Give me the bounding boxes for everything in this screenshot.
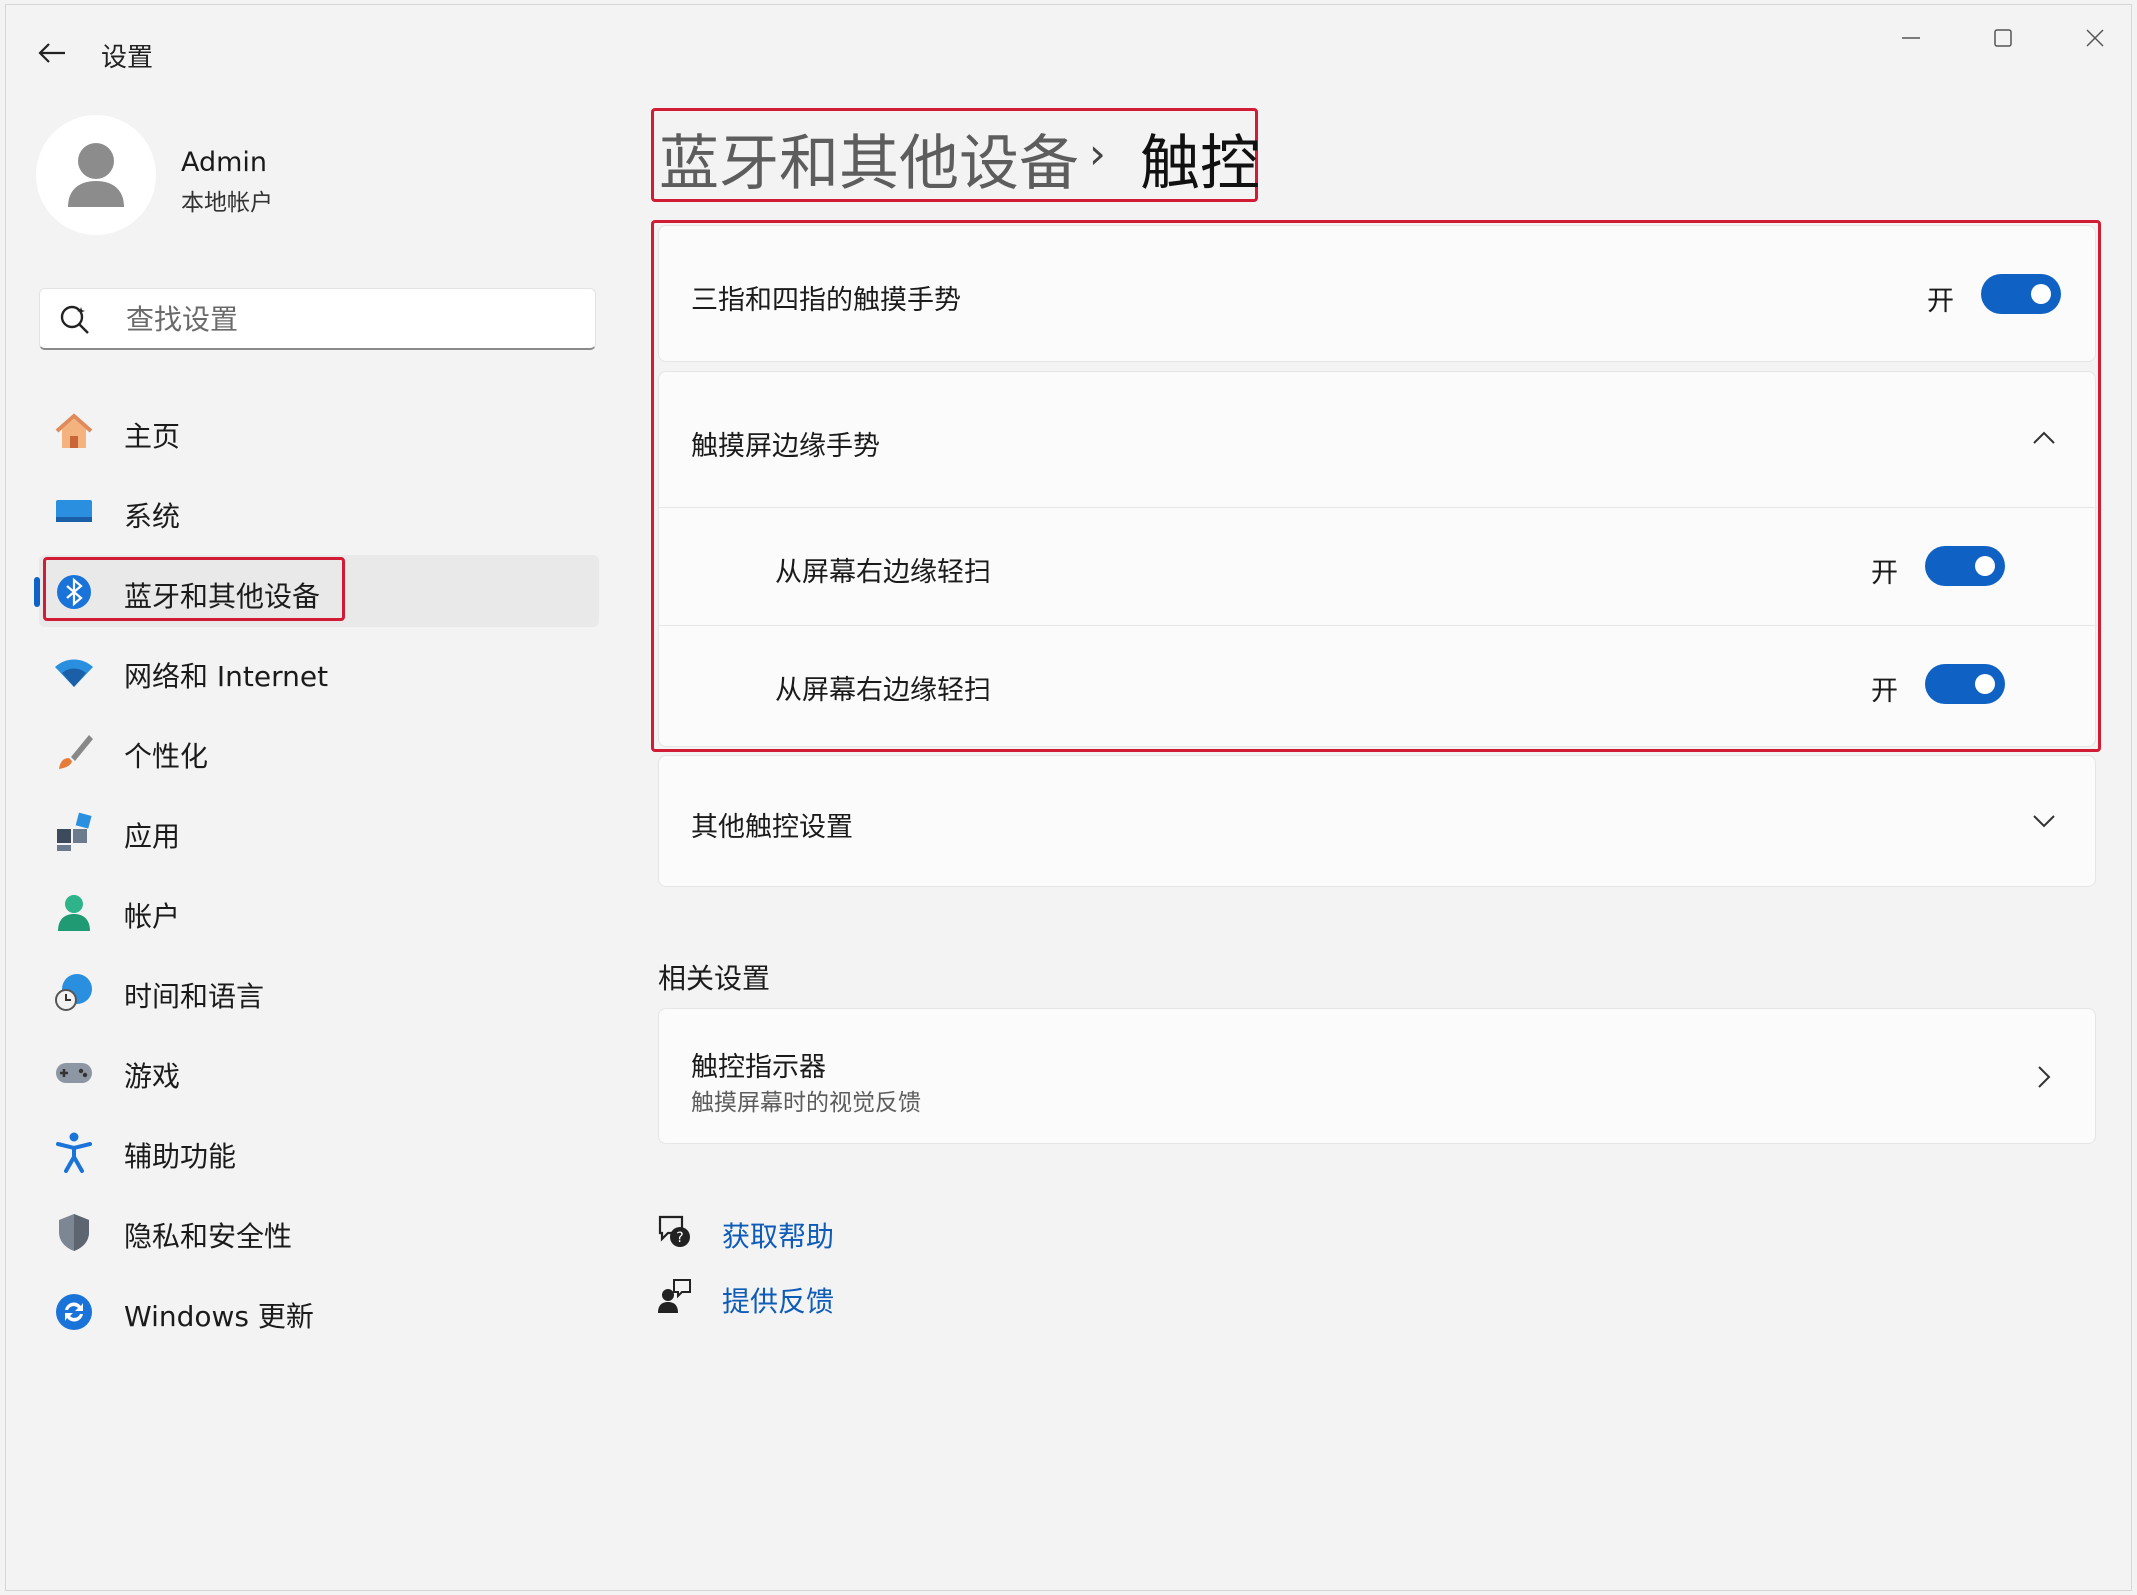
- sidebar-item-label: 辅助功能: [124, 1140, 237, 1173]
- sidebar-item-label: 主页: [124, 420, 181, 453]
- title-bar: 设置: [6, 5, 2131, 95]
- sidebar-item-privacy[interactable]: 隐私和安全性: [39, 1195, 599, 1267]
- sidebar-item-label: Windows 更新: [124, 1300, 314, 1333]
- sidebar-item-personalization[interactable]: 个性化: [39, 715, 599, 787]
- setting-edge-gestures: 触摸屏边缘手势 从屏幕右边缘轻扫 开 从屏幕右边缘轻扫 开: [658, 371, 2097, 747]
- divider: [659, 625, 2097, 626]
- toggle-knob: [1975, 556, 1995, 576]
- apps-icon: [53, 811, 95, 853]
- toggle-state-label: 开: [1871, 558, 1898, 589]
- edge-swipe-toggle-2[interactable]: [1925, 664, 2005, 704]
- setting-label: 触控指示器: [691, 1052, 826, 1083]
- home-icon: [53, 411, 95, 453]
- sidebar-item-system[interactable]: 系统: [39, 475, 599, 547]
- globe-clock-icon: [53, 971, 95, 1013]
- minimize-icon: [1902, 37, 1920, 39]
- bluetooth-icon: [53, 571, 95, 613]
- breadcrumb-separator: ›: [1089, 129, 1106, 178]
- setting-label: 触摸屏边缘手势: [691, 431, 880, 462]
- setting-label: 从屏幕右边缘轻扫: [775, 557, 991, 588]
- sidebar-item-windows-update[interactable]: Windows 更新: [39, 1275, 599, 1347]
- sidebar-item-bluetooth[interactable]: 蓝牙和其他设备: [34, 555, 599, 627]
- setting-label: 三指和四指的触摸手势: [691, 285, 961, 316]
- toggle-knob: [2031, 284, 2051, 304]
- sidebar-item-label: 应用: [124, 820, 181, 853]
- breadcrumb-parent[interactable]: 蓝牙和其他设备: [659, 115, 1079, 202]
- maximize-icon: [1994, 29, 2012, 47]
- sidebar-item-apps[interactable]: 应用: [39, 795, 599, 867]
- setting-other-touch[interactable]: 其他触控设置: [658, 755, 2096, 887]
- toggle-state-label: 开: [1871, 676, 1898, 707]
- back-button[interactable]: [32, 33, 72, 73]
- svg-text:?: ?: [676, 1230, 683, 1246]
- account-icon: [53, 891, 95, 933]
- sidebar-item-label: 隐私和安全性: [124, 1220, 293, 1253]
- setting-label: 其他触控设置: [691, 812, 853, 843]
- brush-icon: [53, 731, 95, 773]
- setting-touch-indicator[interactable]: 触控指示器 触摸屏幕时的视觉反馈: [658, 1008, 2096, 1144]
- page-title: 触控: [1140, 129, 1260, 199]
- user-profile[interactable]: Admin 本地帐户: [36, 115, 596, 235]
- wifi-icon: [53, 651, 95, 693]
- breadcrumb: 蓝牙和其他设备 › 触控: [651, 108, 1260, 202]
- setting-three-four-finger-gestures: 三指和四指的触摸手势 开: [658, 225, 2096, 362]
- sidebar-item-home[interactable]: 主页: [39, 395, 599, 467]
- search-icon: [60, 305, 89, 334]
- sidebar-item-label: 帐户: [124, 900, 181, 933]
- user-avatar-icon: [68, 143, 124, 207]
- sidebar-item-label: 网络和 Internet: [124, 660, 329, 693]
- profile-name: Admin: [181, 147, 268, 178]
- sidebar-item-label: 游戏: [124, 1060, 181, 1093]
- sidebar-item-accessibility[interactable]: 辅助功能: [39, 1115, 599, 1187]
- close-button[interactable]: [2060, 15, 2130, 61]
- section-title: 相关设置: [658, 962, 771, 995]
- search-box[interactable]: [39, 288, 596, 350]
- link-label: 获取帮助: [722, 1220, 835, 1253]
- update-icon: [53, 1291, 95, 1333]
- accessibility-icon: [53, 1131, 95, 1173]
- edge-swipe-toggle-1[interactable]: [1925, 546, 2005, 586]
- avatar: [36, 115, 156, 235]
- profile-account-type: 本地帐户: [181, 190, 273, 216]
- minimize-button[interactable]: [1876, 15, 1946, 61]
- maximize-button[interactable]: [1968, 15, 2038, 61]
- sidebar-item-network[interactable]: 网络和 Internet: [39, 635, 599, 707]
- edge-gestures-header[interactable]: 触摸屏边缘手势: [659, 372, 2095, 507]
- sidebar-item-time-language[interactable]: 时间和语言: [39, 955, 599, 1027]
- feedback-icon: [658, 1279, 691, 1313]
- system-icon: [53, 491, 95, 533]
- chevron-up-icon[interactable]: [2029, 423, 2059, 453]
- sidebar-item-gaming[interactable]: 游戏: [39, 1035, 599, 1107]
- sidebar-nav: 主页 系统 蓝牙和其他设备 网络和 Internet 个性化 应用 帐户 时间和…: [34, 395, 599, 1355]
- search-input[interactable]: [126, 299, 566, 339]
- sidebar-item-label: 系统: [124, 500, 181, 533]
- shield-icon: [53, 1211, 95, 1253]
- link-label: 提供反馈: [722, 1285, 835, 1318]
- toggle-state-label: 开: [1927, 286, 1954, 317]
- toggle-knob: [1975, 674, 1995, 694]
- sidebar-item-label: 时间和语言: [124, 980, 265, 1013]
- chevron-down-icon[interactable]: [2029, 806, 2059, 836]
- setting-label: 从屏幕右边缘轻扫: [775, 675, 991, 706]
- close-icon: [2086, 29, 2104, 47]
- three-four-finger-toggle[interactable]: [1981, 274, 2061, 314]
- active-indicator: [34, 577, 40, 607]
- gamepad-icon: [53, 1051, 95, 1093]
- app-title: 设置: [101, 43, 154, 73]
- setting-description: 触摸屏幕时的视觉反馈: [691, 1090, 921, 1116]
- sidebar-item-label: 蓝牙和其他设备: [124, 580, 321, 613]
- arrow-left-icon: [38, 43, 65, 63]
- settings-window: 设置 Admin 本地帐户 主页: [5, 4, 2132, 1591]
- sidebar-item-label: 个性化: [124, 740, 209, 773]
- divider: [659, 507, 2097, 508]
- help-chat-icon: ?: [658, 1215, 690, 1247]
- sidebar-item-accounts[interactable]: 帐户: [39, 875, 599, 947]
- chevron-right-icon: [2029, 1062, 2059, 1092]
